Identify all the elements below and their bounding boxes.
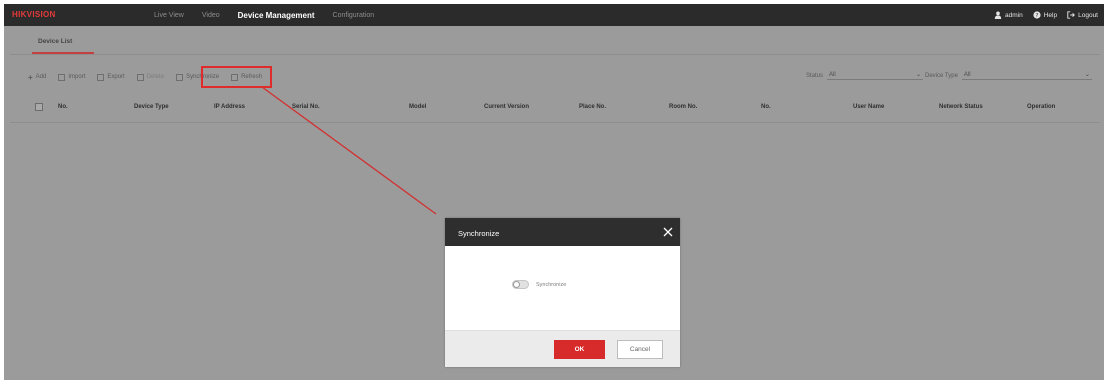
import-label: Import <box>68 74 86 80</box>
column-header[interactable]: Current Version <box>484 104 529 110</box>
nav-live-view[interactable]: Live View <box>154 12 184 19</box>
logout-icon <box>1067 11 1075 19</box>
app-window: HIKVISION Live View Video Device Managem… <box>4 4 1104 380</box>
sync-icon <box>176 73 184 81</box>
export-label: Export <box>107 74 125 80</box>
status-filter: Status All ⌄ <box>806 71 924 80</box>
column-header[interactable]: No. <box>761 104 771 110</box>
toggle-knob <box>513 281 520 288</box>
device-type-filter: Device Type All ⌄ <box>925 71 1092 80</box>
svg-text:?: ? <box>1035 13 1038 19</box>
ok-button[interactable]: OK <box>554 340 605 359</box>
export-icon <box>97 73 105 81</box>
user-menu[interactable]: admin <box>994 11 1023 19</box>
column-header[interactable]: Operation <box>1027 104 1055 110</box>
dialog-body: Synchronize <box>445 246 680 330</box>
user-bar: admin ? Help Logout <box>994 4 1098 26</box>
nav-video[interactable]: Video <box>202 12 220 19</box>
column-header[interactable]: Room No. <box>669 104 697 110</box>
cancel-button[interactable]: Cancel <box>617 340 663 359</box>
column-header[interactable]: Network Status <box>939 104 983 110</box>
status-select-value: All <box>829 71 836 78</box>
tab-device-list[interactable]: Device List <box>38 38 72 45</box>
top-navigation-bar: HIKVISION Live View Video Device Managem… <box>4 4 1104 26</box>
status-filter-label: Status <box>806 72 824 79</box>
synchronize-toggle-label: Synchronize <box>536 282 567 288</box>
column-header[interactable]: Device Type <box>134 104 169 110</box>
brand-logo: HIKVISION <box>12 10 56 19</box>
table-header: No. Device Type IP Address Serial No. Mo… <box>24 96 1104 122</box>
dialog-header: Synchronize <box>445 218 680 246</box>
synchronize-toggle[interactable] <box>512 280 529 289</box>
device-type-select[interactable]: All ⌄ <box>961 71 1092 80</box>
logout-label: Logout <box>1078 11 1098 19</box>
nav-configuration[interactable]: Configuration <box>333 12 375 19</box>
column-header[interactable]: User Name <box>853 104 884 110</box>
divider <box>10 122 1100 123</box>
column-header[interactable]: IP Address <box>214 104 245 110</box>
help-icon: ? <box>1033 11 1041 19</box>
column-header[interactable]: Serial No. <box>292 104 320 110</box>
add-button[interactable]: + Add <box>28 72 47 82</box>
dialog-footer: OK Cancel <box>445 330 680 367</box>
help-label: Help <box>1043 11 1058 19</box>
main-nav: Live View Video Device Management Config… <box>154 4 374 26</box>
chevron-down-icon: ⌄ <box>915 72 922 78</box>
add-label: Add <box>35 74 47 80</box>
export-button[interactable]: Export <box>97 73 125 81</box>
delete-button[interactable]: Delete <box>136 73 165 81</box>
synchronize-dialog: Synchronize Synchronize OK Cancel <box>445 218 680 367</box>
column-header[interactable]: Place No. <box>579 104 606 110</box>
column-header[interactable]: Model <box>409 104 426 110</box>
delete-label: Delete <box>146 74 165 80</box>
device-type-select-value: All <box>963 71 971 78</box>
trash-icon <box>136 73 144 81</box>
chevron-down-icon: ⌄ <box>1084 72 1090 78</box>
help-link[interactable]: ? Help <box>1033 11 1057 19</box>
divider <box>10 54 1100 55</box>
dialog-title: Synchronize <box>458 229 500 238</box>
user-name: admin <box>1005 11 1023 19</box>
column-header[interactable]: No. <box>58 104 68 110</box>
close-icon[interactable] <box>662 226 674 238</box>
status-select[interactable]: All ⌄ <box>827 71 924 80</box>
select-all-checkbox[interactable] <box>35 103 43 111</box>
plus-icon: + <box>28 72 33 82</box>
import-button[interactable]: Import <box>58 73 86 81</box>
user-icon <box>994 11 1002 19</box>
device-type-filter-label: Device Type <box>925 72 958 79</box>
synchronize-highlight-box <box>201 66 272 88</box>
logout-link[interactable]: Logout <box>1067 11 1098 19</box>
import-icon <box>58 73 66 81</box>
nav-device-management[interactable]: Device Management <box>238 11 315 20</box>
